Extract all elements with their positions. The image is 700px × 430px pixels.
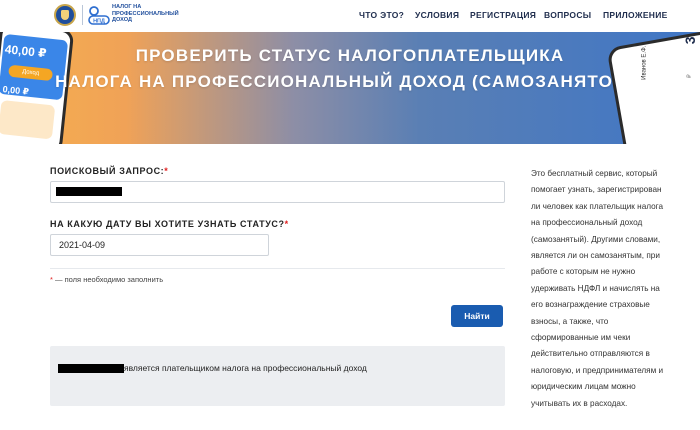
phone-illustration-right: 3 540,00 ₽ Иванов Е.Ф. ₽: [606, 32, 700, 144]
logo-divider: [82, 5, 83, 25]
phone-right-currency: ₽: [686, 74, 693, 79]
form-divider: [50, 268, 505, 269]
nav-questions[interactable]: ВОПРОСЫ: [544, 10, 591, 20]
nav-app[interactable]: ПРИЛОЖЕНИЕ: [603, 10, 668, 20]
result-panel: [50, 346, 505, 406]
hero-banner: 40,00 ₽ Доход 0,00 ₽ ПРОВЕРИТЬ СТАТУС НА…: [0, 32, 700, 144]
nav-what-is-it[interactable]: ЧТО ЭТО?: [359, 10, 404, 20]
npd-logo-icon[interactable]: НПД: [87, 5, 111, 25]
phone-left-artwork: [0, 99, 56, 140]
nav-registration[interactable]: РЕГИСТРАЦИЯ: [470, 10, 536, 20]
date-input[interactable]: 2021-04-09: [50, 234, 269, 256]
fns-emblem-icon[interactable]: [54, 4, 76, 26]
search-label: ПОИСКОВЫЙ ЗАПРОС:*: [50, 166, 169, 176]
required-note: * — поля необходимо заполнить: [50, 275, 164, 284]
nav-conditions[interactable]: УСЛОВИЯ: [415, 10, 459, 20]
search-submit-button[interactable]: Найти: [451, 305, 503, 327]
logo-text[interactable]: НАЛОГ НА ПРОФЕССИОНАЛЬНЫЙ ДОХОД: [112, 4, 192, 24]
npd-logo-label: НПД: [93, 19, 105, 25]
site-header: НПД НАЛОГ НА ПРОФЕССИОНАЛЬНЫЙ ДОХОД ЧТО …: [0, 0, 700, 32]
banner-title-line2: НАЛОГА НА ПРОФЕССИОНАЛЬНЫЙ ДОХОД (САМОЗА…: [55, 72, 645, 91]
result-name-redaction: [58, 364, 124, 373]
banner-title-line1: ПРОВЕРИТЬ СТАТУС НАЛОГОПЛАТЕЛЬЩИКА: [135, 46, 565, 65]
result-text: является плательщиком налога на професси…: [124, 363, 367, 373]
phone-right-name: Иванов Е.Ф.: [641, 45, 648, 80]
phone-right-amount: 3 540,00 ₽: [681, 32, 700, 45]
date-label: НА КАКУЮ ДАТУ ВЫ ХОТИТЕ УЗНАТЬ СТАТУС?*: [50, 219, 289, 229]
search-value-redaction: [56, 187, 122, 196]
sidebar-description: Это бесплатный сервис, который помогает …: [531, 169, 664, 408]
